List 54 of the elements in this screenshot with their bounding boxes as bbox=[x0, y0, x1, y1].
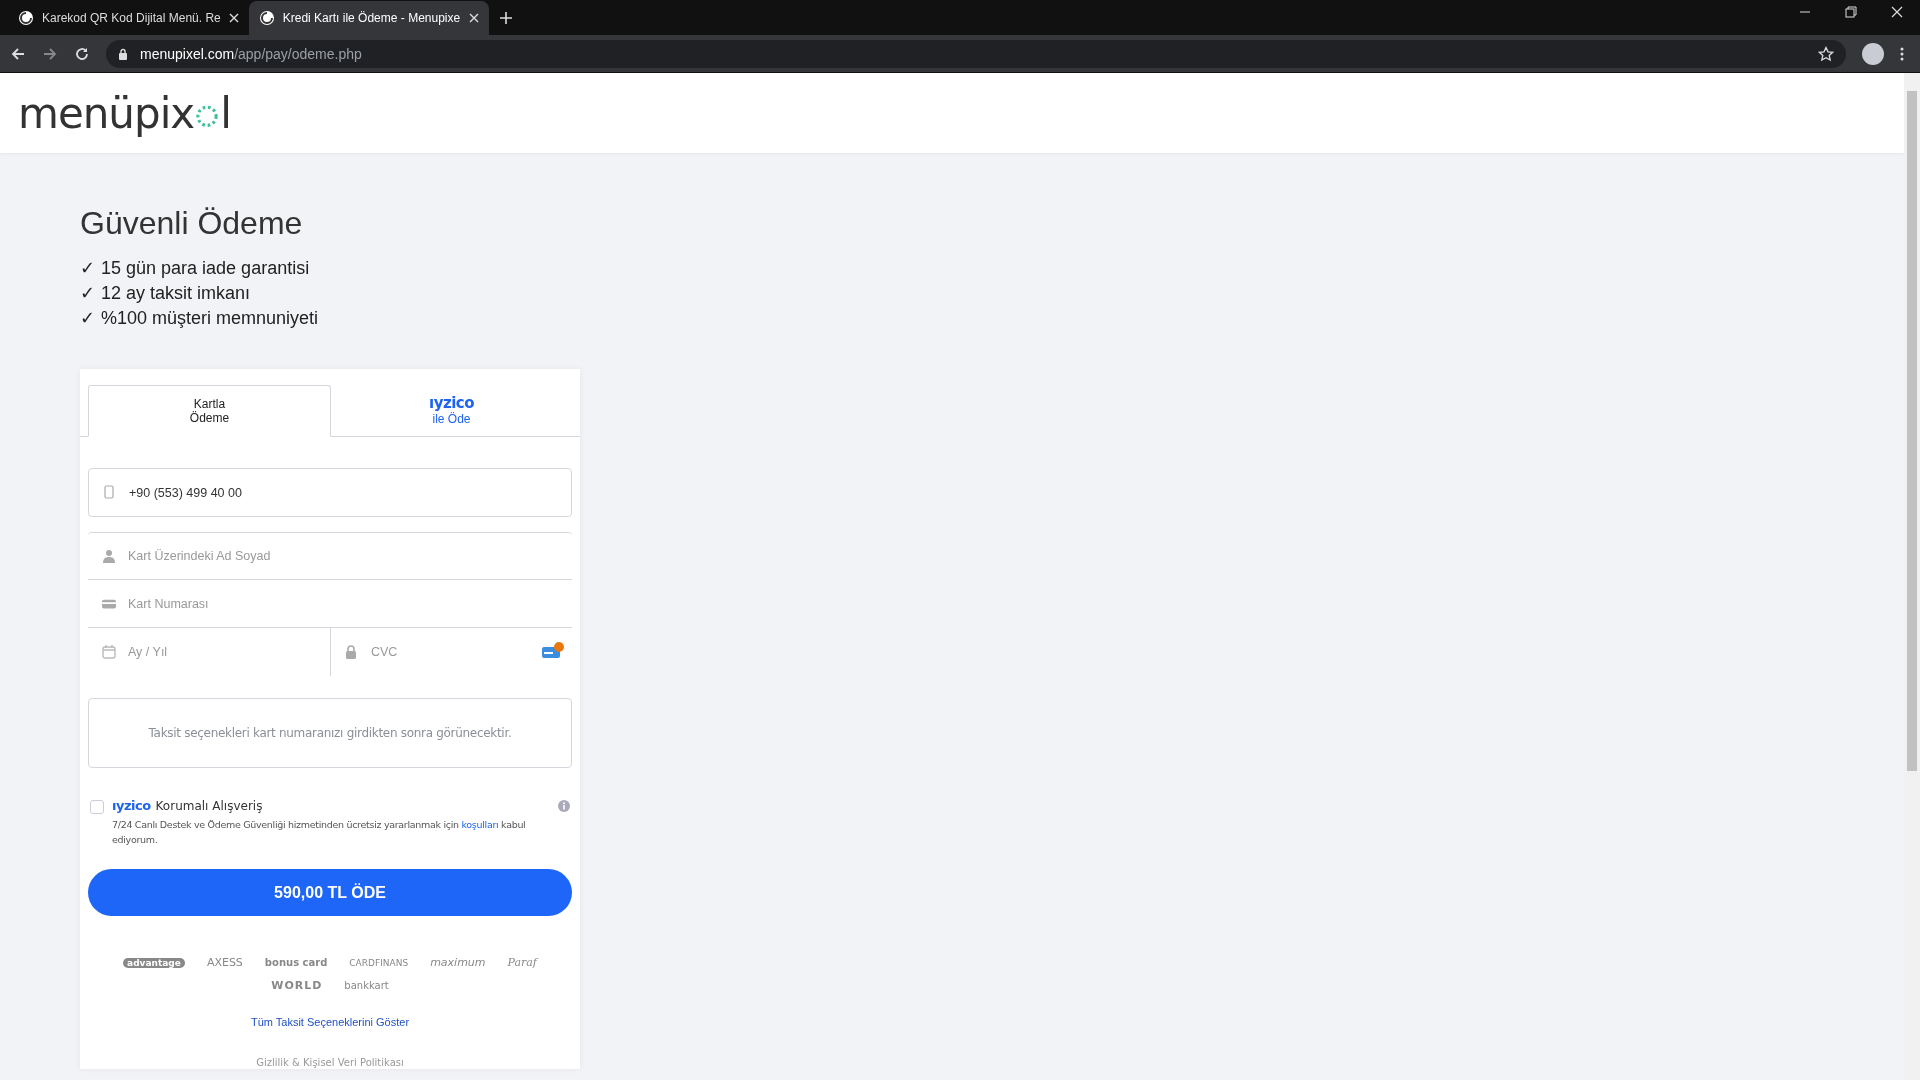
close-icon[interactable] bbox=[468, 13, 479, 23]
bank-logo: maximum bbox=[430, 956, 486, 969]
bank-logo: bonus card bbox=[264, 957, 328, 968]
lock-icon bbox=[344, 645, 358, 659]
reload-icon[interactable] bbox=[74, 45, 90, 62]
calendar-icon bbox=[102, 645, 116, 659]
bank-logo: CARDFINANS bbox=[349, 957, 409, 968]
browser-tab[interactable]: Kredi Kartı ile Ödeme - Menupixe bbox=[248, 1, 489, 35]
url-path: /app/pay/odeme.php bbox=[234, 45, 362, 62]
check-mark: ✓ bbox=[80, 307, 95, 330]
scrollbar[interactable] bbox=[1904, 73, 1920, 1080]
protection-checkbox[interactable] bbox=[90, 800, 104, 814]
brand-logo: ıyzico bbox=[112, 798, 151, 813]
new-tab-icon[interactable] bbox=[498, 11, 513, 25]
browser-tab[interactable]: Karekod QR Kod Dijital Menü. Re bbox=[8, 1, 249, 35]
menu-icon[interactable] bbox=[1900, 45, 1904, 62]
address-bar[interactable]: menupixel.com/app/pay/odeme.php bbox=[106, 39, 1846, 68]
pay-button[interactable]: 590,00 TL ÖDE bbox=[88, 869, 572, 916]
logo[interactable]: menüpix l bbox=[18, 88, 231, 138]
bank-logo: bankkart bbox=[344, 980, 389, 991]
payment-tab[interactable]: Kartla Ödeme bbox=[88, 385, 331, 437]
benefit-text: %100 müşteri memnuniyeti bbox=[101, 307, 319, 330]
installments-link[interactable]: Tüm Taksit Seçeneklerini Göster bbox=[88, 1016, 572, 1028]
name-field[interactable]: Kart Üzerindeki Ad Soyad bbox=[88, 532, 572, 580]
favicon-icon bbox=[18, 10, 34, 26]
close-icon[interactable] bbox=[228, 13, 239, 23]
bank-logo: advantage bbox=[123, 957, 185, 968]
back-icon[interactable] bbox=[10, 45, 26, 62]
bank-logo: WORLD bbox=[271, 979, 323, 992]
benefit-text: 12 ay taksit imkanı bbox=[101, 282, 251, 305]
page-title: Güvenli Ödeme bbox=[80, 205, 304, 242]
avatar-icon[interactable] bbox=[1862, 42, 1884, 65]
bank-logo: Paraf bbox=[507, 956, 537, 969]
terms-link[interactable]: koşulları bbox=[461, 819, 499, 830]
phone-field[interactable]: +90 (553) 499 40 00 bbox=[88, 468, 572, 517]
card-icon bbox=[102, 597, 116, 611]
check-mark: ✓ bbox=[80, 257, 95, 280]
installments-note: Taksit seçenekleri kart numaranızı girdikten sonra görünecektir. bbox=[148, 726, 512, 740]
favicon-icon bbox=[258, 10, 275, 26]
bank-logo: AXESS bbox=[206, 956, 243, 969]
person-icon bbox=[102, 549, 116, 563]
close-icon[interactable] bbox=[1891, 5, 1903, 18]
forward-icon[interactable] bbox=[42, 45, 58, 62]
benefit-text: 15 gün para iade garantisi bbox=[101, 257, 310, 280]
card-cvc-icon bbox=[542, 642, 564, 658]
phone-icon bbox=[102, 485, 116, 499]
restore-icon[interactable] bbox=[1845, 5, 1857, 18]
payment-tab[interactable]: ıyzico ile Öde bbox=[331, 385, 572, 435]
terms-text: 7/24 Canlı Destek ve Ödeme Güvenliği hizmetinden ücretsiz yararlanmak için koşulları kabul ediyorum. bbox=[112, 818, 527, 847]
lock-icon bbox=[118, 47, 128, 60]
star-icon[interactable] bbox=[1818, 45, 1834, 62]
check-mark: ✓ bbox=[80, 282, 95, 305]
protection-label: Korumalı Alışveriş bbox=[155, 798, 263, 813]
url-host: menupixel.com bbox=[140, 45, 235, 62]
